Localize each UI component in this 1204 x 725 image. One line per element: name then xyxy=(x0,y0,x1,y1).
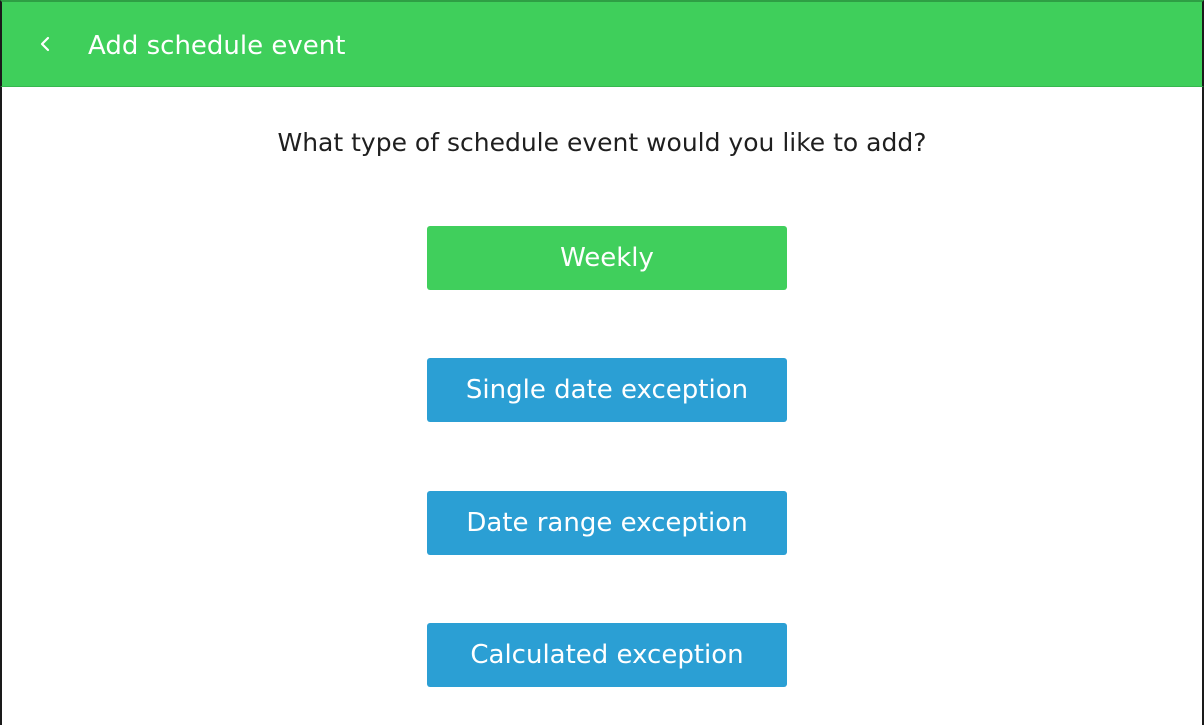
back-button[interactable] xyxy=(30,26,60,62)
weekly-button[interactable]: Weekly xyxy=(427,226,787,290)
app-header: Add schedule event xyxy=(0,0,1204,87)
calculated-exception-button[interactable]: Calculated exception xyxy=(427,623,787,687)
page-title: Add schedule event xyxy=(88,31,346,61)
event-type-question: What type of schedule event would you li… xyxy=(277,128,927,157)
chevron-left-icon xyxy=(39,35,51,53)
single-date-exception-button[interactable]: Single date exception xyxy=(427,358,787,422)
date-range-exception-button[interactable]: Date range exception xyxy=(427,491,787,555)
